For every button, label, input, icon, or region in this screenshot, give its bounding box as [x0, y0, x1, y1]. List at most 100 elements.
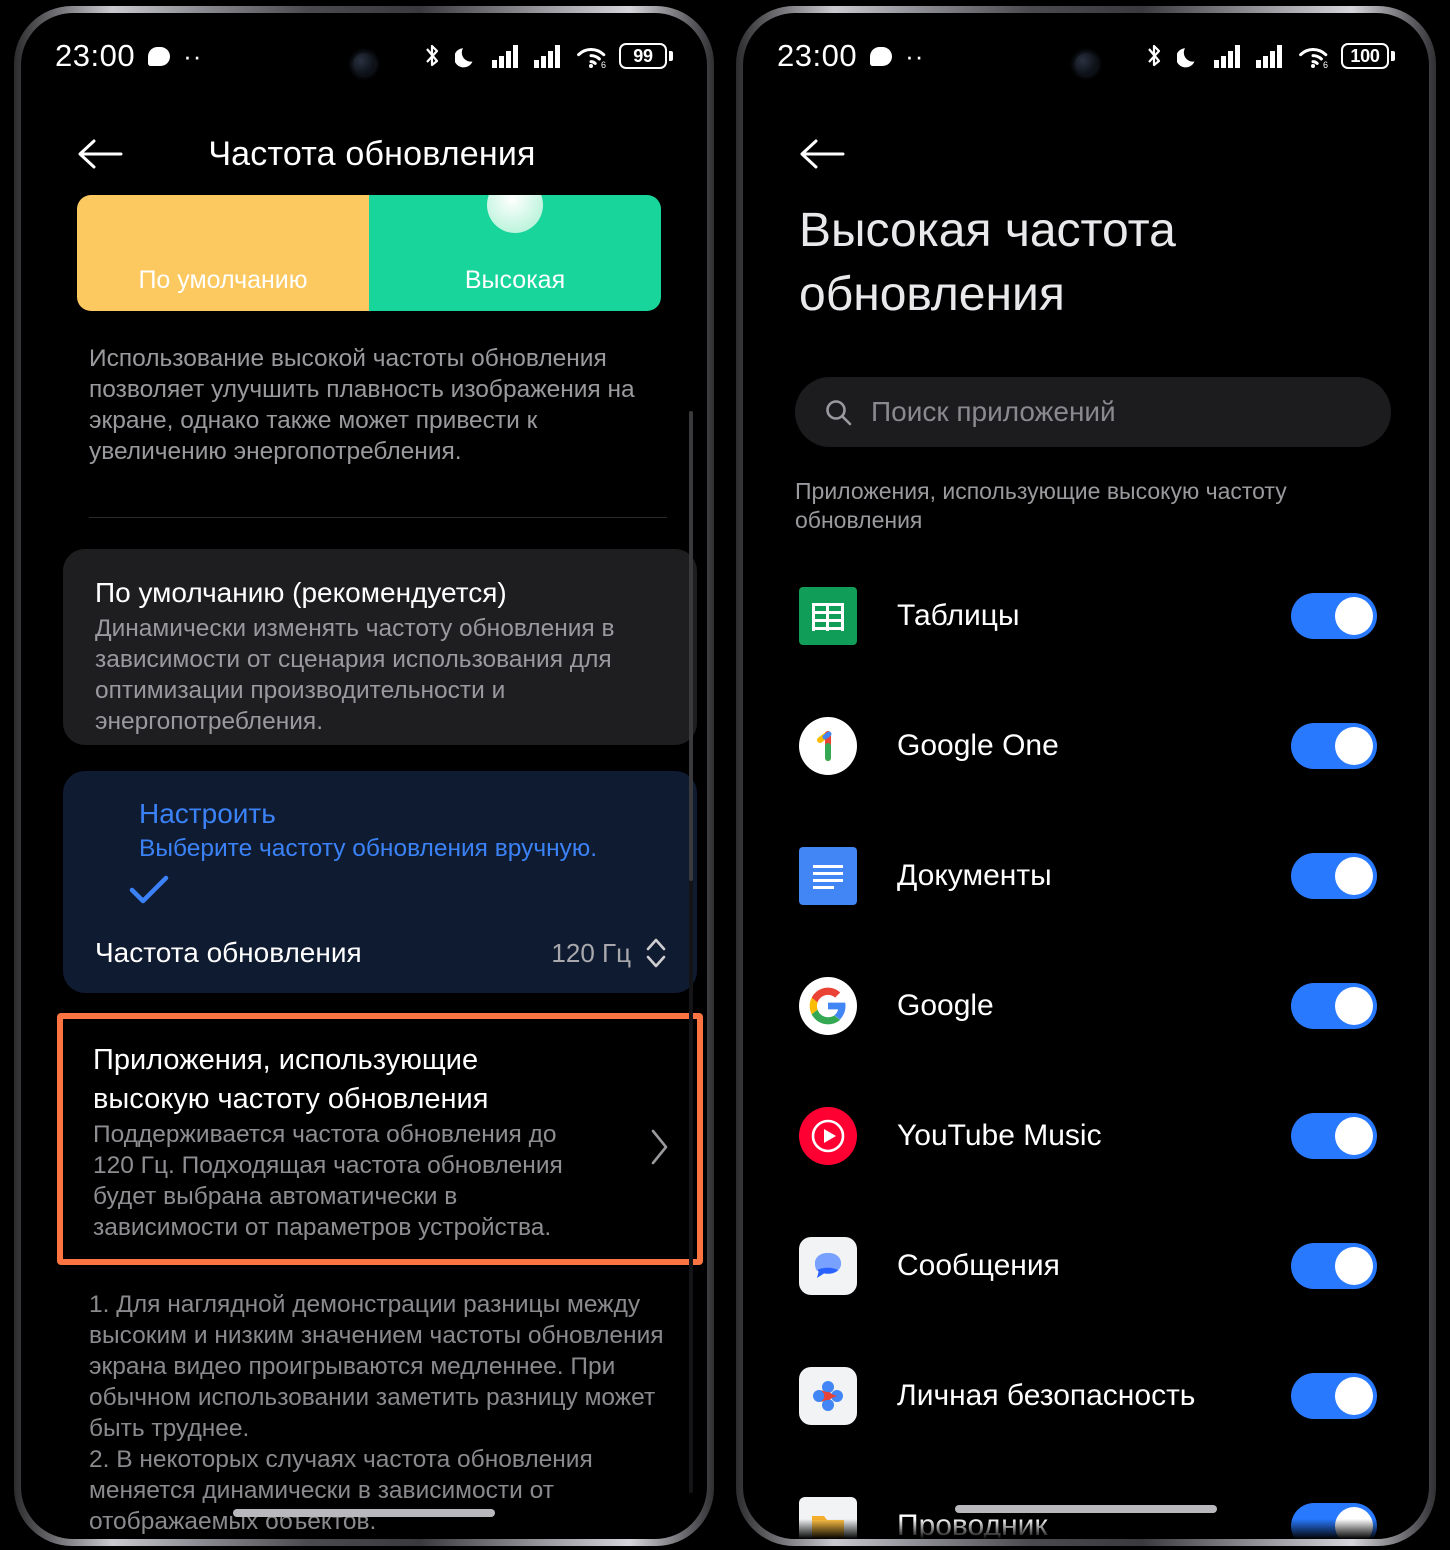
battery-level-left: 99	[633, 45, 653, 66]
refresh-rate-row-label: Частота обновления	[95, 937, 362, 968]
refresh-rate-stepper-row[interactable]: Частота обновления 120 Гц	[95, 933, 669, 973]
list-item[interactable]: Google	[743, 941, 1429, 1071]
message-bubble-icon	[148, 46, 171, 66]
app-name: Таблицы	[897, 599, 1020, 632]
camera-punch-hole	[353, 53, 375, 75]
option-custom-subtitle: Выберите частоту обновления вручную.	[139, 835, 598, 862]
search-placeholder: Поиск приложений	[871, 396, 1116, 427]
list-item[interactable]: Личная безопасность	[743, 1331, 1429, 1461]
svg-text:6: 6	[1323, 60, 1328, 69]
option-default-title: По умолчанию (рекомендуется)	[95, 577, 507, 608]
youtube-music-icon	[799, 1107, 857, 1165]
status-dots-right: ··	[905, 41, 925, 71]
dnd-moon-icon	[455, 48, 473, 68]
refresh-rate-preview-bar: По умолчанию Высокая	[77, 195, 661, 311]
right-screen: 23:00 ·· 6 100 Высокая частота обновлени…	[743, 13, 1429, 1539]
apps-using-high-refresh-entry[interactable]: Приложения, использующие высокую частоту…	[57, 1013, 703, 1265]
back-arrow-icon	[78, 139, 123, 169]
camera-punch-hole	[1075, 53, 1097, 75]
app-name: YouTube Music	[897, 1119, 1102, 1152]
list-item[interactable]: Таблицы	[743, 551, 1429, 681]
app-name: Личная безопасность	[897, 1379, 1196, 1412]
app-name: Документы	[897, 859, 1052, 892]
status-time-right: 23:00	[777, 38, 858, 73]
battery-icon: 100	[1341, 43, 1395, 69]
status-bar-right: 23:00 ·· 6 100	[743, 13, 1429, 99]
right-navbar	[743, 117, 1429, 191]
preview-animation-ball	[487, 195, 543, 233]
status-bar-left-group-right: 23:00 ··	[777, 38, 924, 74]
back-arrow-icon	[800, 139, 845, 169]
signal-1-icon	[1214, 45, 1240, 68]
app-toggle[interactable]	[1291, 723, 1377, 769]
app-name: Google	[897, 989, 994, 1022]
phone-left: 23:00 ·· 6 99 Частота обновления По умол…	[14, 6, 714, 1546]
google-one-icon	[799, 717, 857, 775]
app-toggle[interactable]	[1291, 983, 1377, 1029]
option-card-default[interactable]: По умолчанию (рекомендуется) Динамически…	[63, 549, 697, 745]
personal-safety-icon	[799, 1367, 857, 1425]
list-item[interactable]: YouTube Music	[743, 1071, 1429, 1201]
option-card-custom[interactable]: Настроить Выберите частоту обновления вр…	[63, 771, 697, 993]
status-bar-left: 23:00 ·· 6 99	[21, 13, 707, 99]
dnd-moon-icon	[1177, 48, 1195, 68]
status-dots: ··	[183, 41, 203, 71]
preview-high-half: Высокая	[369, 195, 661, 311]
screenshot-stage: 23:00 ·· 6 99 Частота обновления По умол…	[0, 0, 1450, 1550]
list-item[interactable]: Сообщения	[743, 1201, 1429, 1331]
bluetooth-icon	[426, 44, 439, 67]
search-icon	[826, 400, 852, 426]
app-toggle[interactable]	[1291, 853, 1377, 899]
app-name: Сообщения	[897, 1249, 1060, 1282]
preview-default-half: По умолчанию	[77, 195, 369, 311]
list-item[interactable]: Google One	[743, 681, 1429, 811]
status-bar-left-group: 23:00 ··	[55, 38, 202, 74]
left-screen: 23:00 ·· 6 99 Частота обновления По умол…	[21, 13, 707, 1539]
footnotes: 1. Для наглядной демонстрации разницы ме…	[89, 1291, 664, 1535]
status-bar-right-group-right: 6 100	[1143, 42, 1395, 70]
app-toggle[interactable]	[1291, 1243, 1377, 1289]
chevron-right-icon	[651, 1129, 668, 1165]
home-indicator-right[interactable]	[955, 1505, 1217, 1513]
preview-default-label: По умолчанию	[138, 266, 308, 294]
section-divider	[89, 517, 667, 518]
app-name: Google One	[897, 729, 1059, 762]
scrollbar-thumb[interactable]	[689, 411, 693, 881]
status-bar-right-group: 6 99	[421, 42, 673, 70]
svg-text:6: 6	[601, 60, 606, 69]
left-navbar: Частота обновления	[21, 117, 707, 191]
back-button-left[interactable]	[63, 117, 137, 191]
app-toggle[interactable]	[1291, 593, 1377, 639]
page-title-left: Частота обновления	[208, 134, 536, 173]
check-icon	[129, 875, 169, 904]
battery-icon: 99	[619, 43, 673, 69]
refresh-rate-description: Использование высокой частоты обновления…	[89, 345, 635, 465]
option-default-subtitle: Динамически изменять частоту обновления …	[95, 615, 615, 735]
back-button-right[interactable]	[785, 117, 859, 191]
app-list: Таблицы Google One Документы Google YouT…	[743, 551, 1429, 1539]
list-item[interactable]: Документы	[743, 811, 1429, 941]
refresh-rate-row-value: 120 Гц	[551, 937, 631, 968]
apps-entry-subtitle: Поддерживается частота обновления до 120…	[93, 1121, 563, 1241]
wifi6-icon: 6	[1299, 48, 1328, 69]
wifi6-icon: 6	[577, 48, 606, 69]
app-toggle[interactable]	[1291, 1113, 1377, 1159]
bottom-fade	[743, 1519, 1429, 1539]
option-custom-title: Настроить	[139, 798, 276, 829]
signal-2-icon	[1256, 45, 1282, 68]
phone-right: 23:00 ·· 6 100 Высокая частота обновлени…	[736, 6, 1436, 1546]
battery-level-right: 100	[1350, 45, 1380, 66]
bluetooth-icon	[1148, 44, 1161, 67]
page-title-right: Высокая частота обновления	[799, 204, 1176, 321]
app-toggle[interactable]	[1291, 1373, 1377, 1419]
up-down-chevron-icon[interactable]	[643, 933, 669, 973]
google-g-icon	[799, 977, 857, 1035]
home-indicator-left[interactable]	[233, 1509, 495, 1517]
google-sheets-icon	[799, 587, 857, 645]
message-bubble-icon	[870, 46, 893, 66]
status-time: 23:00	[55, 38, 136, 73]
search-input[interactable]: Поиск приложений	[795, 377, 1391, 447]
google-messages-icon	[799, 1237, 857, 1295]
apps-entry-title: Приложения, использующие высокую частоту…	[93, 1044, 489, 1115]
signal-2-icon	[534, 45, 560, 68]
